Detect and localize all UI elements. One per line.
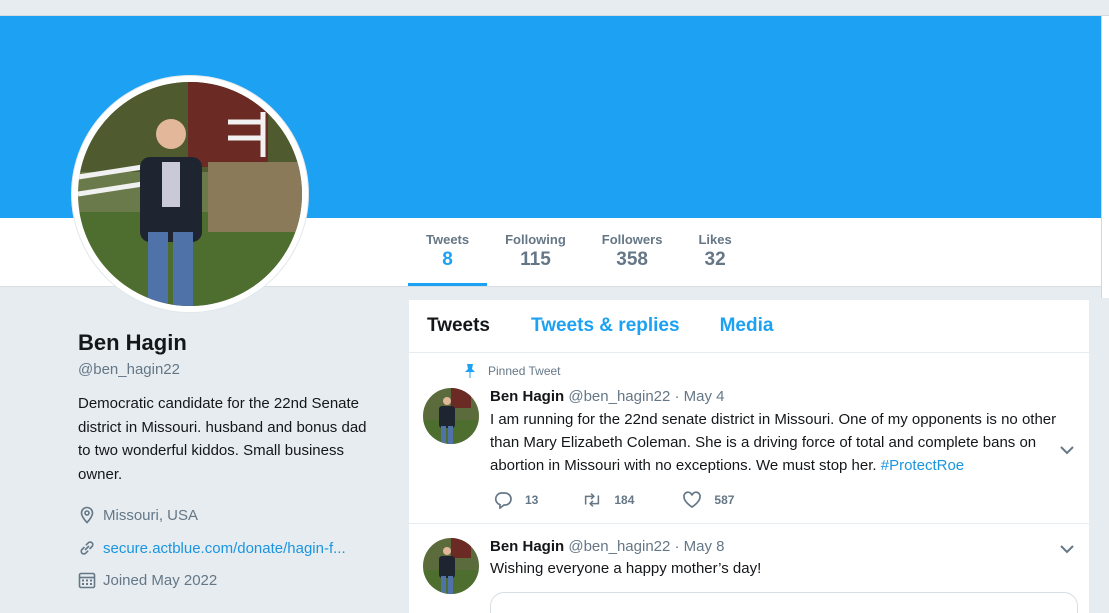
avatar-photo: [78, 82, 302, 306]
profile-stats-nav: Tweets 8 Following 115 Followers 358 Lik…: [408, 218, 750, 286]
reply-count: 13: [525, 493, 539, 507]
tab-media[interactable]: Media: [720, 315, 774, 337]
tweet-text: I am running for the 22nd senate distric…: [490, 408, 1075, 477]
joined-text: Joined May 2022: [103, 571, 218, 589]
tweet-author-name[interactable]: Ben Hagin: [490, 388, 564, 405]
pin-icon: [465, 364, 475, 378]
tweet-actions: 13 184 587: [493, 491, 734, 509]
retweet-icon: [585, 493, 600, 507]
profile-handle[interactable]: @ben_hagin22: [78, 361, 378, 378]
browser-top-strip: [0, 0, 1109, 16]
stat-followers[interactable]: Followers 358: [584, 218, 681, 286]
stat-label: Likes: [698, 232, 732, 247]
profile-joined-date: Joined May 2022: [78, 571, 217, 589]
tweet-avatar[interactable]: [423, 538, 479, 594]
chevron-down-icon[interactable]: [1059, 544, 1075, 554]
heart-icon: [683, 491, 702, 509]
tweet-header: Ben Hagin @ben_hagin22 · May 4: [490, 388, 725, 405]
like-count: 587: [714, 493, 735, 507]
profile-bio: Democratic candidate for the 22nd Senate…: [78, 395, 367, 483]
tweet-text: Wishing everyone a happy mother’s day!: [490, 560, 762, 577]
stat-value: 32: [704, 249, 726, 270]
profile-avatar[interactable]: [72, 76, 308, 312]
calendar-icon: [78, 572, 96, 589]
location-pin-icon: [80, 506, 94, 524]
profile-name[interactable]: Ben Hagin: [78, 330, 378, 356]
tweet-date[interactable]: · May 8: [675, 538, 725, 555]
tweet-date[interactable]: · May 4: [675, 388, 725, 405]
stat-likes[interactable]: Likes 32: [680, 218, 749, 286]
timeline-tabs: Tweets Tweets & replies Media: [409, 300, 1089, 353]
retweet-count: 184: [614, 493, 635, 507]
tweet-item[interactable]: Ben Hagin @ben_hagin22 · May 8 Wishing e…: [409, 524, 1089, 613]
location-text: Missouri, USA: [103, 506, 199, 524]
stat-value: 358: [616, 249, 648, 270]
pinned-tweet-label: Pinned Tweet: [464, 364, 561, 378]
stat-value: 115: [520, 249, 551, 270]
tweet-item[interactable]: Pinned Tweet Ben Hagin @ben_hagin22 · Ma…: [409, 353, 1089, 524]
stat-following[interactable]: Following 115: [487, 218, 584, 286]
scrollbar[interactable]: [1101, 16, 1109, 298]
stat-tweets[interactable]: Tweets 8: [408, 218, 488, 286]
tweet-author-handle[interactable]: @ben_hagin22: [568, 388, 670, 405]
tweet-author-name[interactable]: Ben Hagin: [490, 538, 564, 555]
pinned-text: Pinned Tweet: [488, 364, 561, 378]
stat-label: Tweets: [426, 232, 470, 247]
reply-icon: [494, 492, 512, 509]
stat-label: Following: [505, 232, 566, 247]
reply-button[interactable]: 13: [493, 491, 538, 509]
tweet-author-handle[interactable]: @ben_hagin22: [568, 538, 670, 555]
tweet-header: Ben Hagin @ben_hagin22 · May 8: [490, 538, 725, 555]
tweet-body: I am running for the 22nd senate distric…: [490, 411, 1057, 474]
tweet-avatar[interactable]: [423, 388, 479, 444]
stat-value: 8: [442, 249, 453, 270]
profile-location: Missouri, USA: [78, 506, 198, 524]
tab-tweets-and-replies[interactable]: Tweets & replies: [531, 315, 680, 337]
tweet-media-card[interactable]: [490, 592, 1078, 613]
profile-website[interactable]: secure.actblue.com/donate/hagin-f...: [78, 539, 346, 557]
retweet-button[interactable]: 184: [582, 491, 634, 509]
website-link[interactable]: secure.actblue.com/donate/hagin-f...: [103, 540, 346, 557]
stat-label: Followers: [601, 232, 663, 247]
like-button[interactable]: 587: [682, 491, 734, 509]
timeline-panel: Tweets Tweets & replies Media Pinned Twe…: [409, 300, 1089, 613]
tweet-avatar-photo: [423, 388, 479, 444]
profile-sidebar: Ben Hagin @ben_hagin22 Democratic candid…: [78, 330, 378, 589]
tab-tweets[interactable]: Tweets: [427, 315, 490, 337]
link-icon: [80, 541, 94, 555]
hashtag-link[interactable]: #ProtectRoe: [881, 457, 964, 474]
tweet-avatar-photo: [423, 538, 479, 594]
